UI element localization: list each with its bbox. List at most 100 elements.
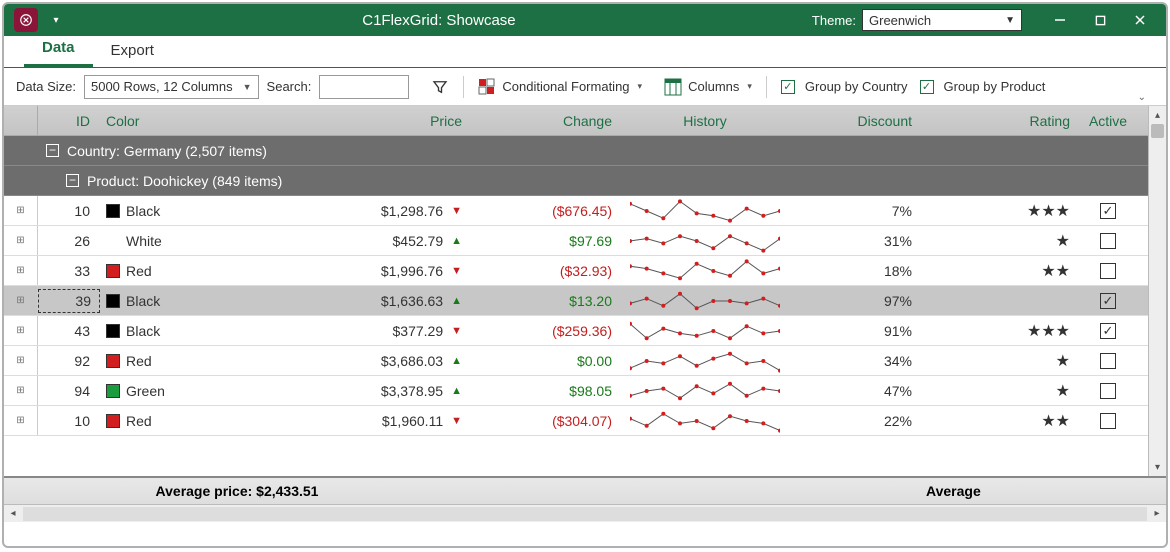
- col-header-price[interactable]: Price: [260, 106, 470, 135]
- cell-active-checkbox[interactable]: [1080, 226, 1136, 255]
- columns-button[interactable]: Columns ▾: [662, 76, 754, 98]
- expand-icon[interactable]: ⊞: [4, 346, 38, 375]
- maximize-button[interactable]: [1080, 6, 1120, 34]
- ribbon-collapse-icon[interactable]: ⌄: [1138, 92, 1146, 103]
- table-row[interactable]: ⊞10Black$1,298.76 ▼($676.45)7%★★★✓: [4, 196, 1166, 226]
- table-row[interactable]: ⊞92Red$3,686.03 ▲$0.0034%★: [4, 346, 1166, 376]
- theme-select[interactable]: Greenwich ▼: [862, 9, 1022, 31]
- sparkline-chart: [630, 199, 780, 223]
- conditional-formatting-button[interactable]: Conditional Formating ▾: [476, 76, 644, 98]
- group-by-country-label: Group by Country: [805, 79, 908, 94]
- cell-rating: ★★★: [930, 196, 1080, 225]
- scroll-thumb[interactable]: [1151, 124, 1164, 138]
- table-row[interactable]: ⊞39Black$1,636.63 ▲$13.2097%✓: [4, 286, 1166, 316]
- cell-rating: ★: [930, 346, 1080, 375]
- cell-discount: 22%: [790, 406, 930, 435]
- cell-active-checkbox[interactable]: [1080, 376, 1136, 405]
- checkbox-icon: ✓: [781, 80, 795, 94]
- cell-id: 33: [38, 256, 100, 285]
- col-header-id[interactable]: ID: [38, 106, 100, 135]
- expand-icon[interactable]: ⊞: [4, 376, 38, 405]
- color-swatch: [106, 264, 120, 278]
- arrow-up-icon: ▲: [451, 295, 462, 307]
- expand-icon[interactable]: ⊞: [4, 286, 38, 315]
- color-swatch: [106, 324, 120, 338]
- cell-price: $1,960.11 ▼: [260, 406, 470, 435]
- table-row[interactable]: ⊞26White$452.79 ▲$97.6931%★: [4, 226, 1166, 256]
- col-header-change[interactable]: Change: [470, 106, 620, 135]
- col-header-color[interactable]: Color: [100, 106, 260, 135]
- close-button[interactable]: [1120, 6, 1160, 34]
- group-by-country-checkbox[interactable]: ✓ Group by Country: [779, 77, 910, 96]
- scroll-right-icon[interactable]: ▸: [1148, 505, 1166, 523]
- tab-export[interactable]: Export: [93, 36, 172, 67]
- collapse-icon[interactable]: −: [46, 144, 59, 157]
- arrow-down-icon: ▼: [451, 265, 462, 277]
- expand-icon[interactable]: ⊞: [4, 316, 38, 345]
- cell-price: $1,636.63 ▲: [260, 286, 470, 315]
- group-by-product-label: Group by Product: [944, 79, 1046, 94]
- collapse-icon[interactable]: −: [66, 174, 79, 187]
- color-swatch: [106, 414, 120, 428]
- cell-price: $1,996.76 ▼: [260, 256, 470, 285]
- cell-history: [620, 286, 790, 315]
- cell-active-checkbox[interactable]: ✓: [1080, 316, 1136, 345]
- filter-button[interactable]: [429, 76, 451, 98]
- expand-icon[interactable]: ⊞: [4, 196, 38, 225]
- app-logo-icon: [14, 8, 38, 32]
- col-header-rating[interactable]: Rating: [930, 106, 1080, 135]
- arrow-down-icon: ▼: [451, 205, 462, 217]
- data-size-select[interactable]: 5000 Rows, 12 Columns ▼: [84, 75, 259, 99]
- col-header-discount[interactable]: Discount: [790, 106, 930, 135]
- cell-id: 43: [38, 316, 100, 345]
- cell-active-checkbox[interactable]: ✓: [1080, 196, 1136, 225]
- horizontal-scrollbar[interactable]: ◂ ▸: [4, 504, 1166, 522]
- group-row-country[interactable]: − Country: Germany (2,507 items): [4, 136, 1166, 166]
- chevron-down-icon: ▼: [243, 82, 252, 92]
- grid: ID Color Price Change History Discount R…: [4, 106, 1166, 520]
- cell-rating: ★★: [930, 406, 1080, 435]
- color-swatch: [106, 294, 120, 308]
- col-header-active[interactable]: Active: [1080, 106, 1136, 135]
- scroll-left-icon[interactable]: ◂: [4, 505, 22, 523]
- group-row-country-label: Country: Germany (2,507 items): [67, 143, 267, 159]
- cell-discount: 18%: [790, 256, 930, 285]
- table-row[interactable]: ⊞33Red$1,996.76 ▼($32.93)18%★★: [4, 256, 1166, 286]
- search-label: Search:: [267, 79, 312, 94]
- expand-icon[interactable]: ⊞: [4, 226, 38, 255]
- group-by-product-checkbox[interactable]: ✓ Group by Product: [918, 77, 1048, 96]
- qat-dropdown-icon[interactable]: ▾: [46, 10, 66, 30]
- scroll-up-icon[interactable]: ▴: [1149, 106, 1166, 124]
- minimize-button[interactable]: [1040, 6, 1080, 34]
- cell-change: $98.05: [470, 376, 620, 405]
- cell-active-checkbox[interactable]: [1080, 256, 1136, 285]
- cell-active-checkbox[interactable]: [1080, 406, 1136, 435]
- vertical-scrollbar[interactable]: ▴ ▾: [1148, 106, 1166, 476]
- columns-icon: [664, 78, 682, 96]
- scroll-down-icon[interactable]: ▾: [1149, 458, 1166, 476]
- cell-history: [620, 256, 790, 285]
- divider: [463, 76, 464, 98]
- group-row-product[interactable]: − Product: Doohickey (849 items): [4, 166, 1166, 196]
- cell-color: Black: [100, 286, 260, 315]
- cell-active-checkbox[interactable]: [1080, 346, 1136, 375]
- table-row[interactable]: ⊞43Black$377.29 ▼($259.36)91%★★★✓: [4, 316, 1166, 346]
- expand-icon[interactable]: ⊞: [4, 406, 38, 435]
- cell-active-checkbox[interactable]: ✓: [1080, 286, 1136, 315]
- cell-id: 26: [38, 226, 100, 255]
- search-input[interactable]: [319, 75, 409, 99]
- cell-price: $1,298.76 ▼: [260, 196, 470, 225]
- tab-data[interactable]: Data: [24, 33, 93, 67]
- table-row[interactable]: ⊞94Green$3,378.95 ▲$98.0547%★: [4, 376, 1166, 406]
- scroll-track[interactable]: [23, 507, 1147, 521]
- cell-color: Black: [100, 316, 260, 345]
- table-row[interactable]: ⊞10Red$1,960.11 ▼($304.07)22%★★: [4, 406, 1166, 436]
- cell-discount: 31%: [790, 226, 930, 255]
- expand-icon[interactable]: ⊞: [4, 256, 38, 285]
- checkbox-icon: ✓: [920, 80, 934, 94]
- group-row-product-label: Product: Doohickey (849 items): [87, 173, 282, 189]
- col-header-history[interactable]: History: [620, 106, 790, 135]
- cell-discount: 47%: [790, 376, 930, 405]
- cell-color: Red: [100, 256, 260, 285]
- cell-price: $3,378.95 ▲: [260, 376, 470, 405]
